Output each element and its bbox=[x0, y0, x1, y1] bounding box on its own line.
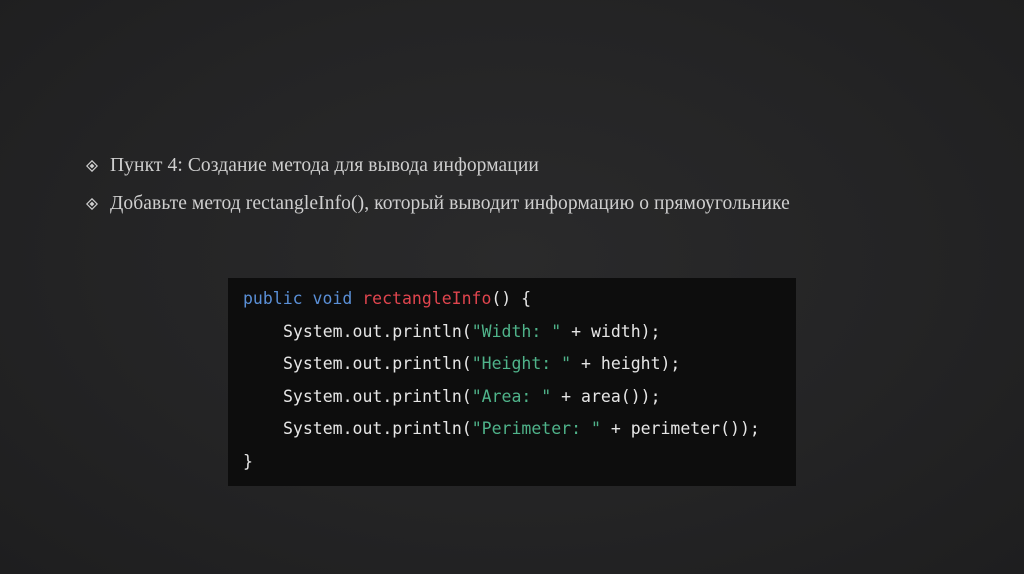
code-string: "Height: " bbox=[471, 354, 572, 373]
diamond-bullet-icon bbox=[86, 198, 110, 210]
code-line: public void rectangleInfo() { bbox=[243, 286, 796, 319]
code-text: System.out.println( bbox=[283, 321, 472, 341]
code-text: + height); bbox=[571, 354, 681, 373]
code-text: + area()); bbox=[551, 386, 661, 406]
code-text: } bbox=[243, 451, 253, 471]
bullet-item: Пункт 4: Создание метода для вывода инфо… bbox=[86, 147, 986, 185]
code-line: System.out.println("Area: " + area()); bbox=[243, 384, 796, 417]
code-block: public void rectangleInfo() { System.out… bbox=[228, 278, 796, 486]
code-text: + perimeter()); bbox=[600, 419, 760, 438]
code-function-name: rectangleInfo bbox=[362, 289, 492, 308]
code-text: () { bbox=[491, 289, 532, 308]
bullet-text: Пункт 4: Создание метода для вывода инфо… bbox=[110, 155, 539, 176]
code-keyword: public bbox=[243, 289, 303, 308]
code-string: "Perimeter: " bbox=[471, 419, 601, 438]
bullet-text: Добавьте метод rectangleInfo(), который … bbox=[110, 193, 790, 214]
code-text: + width); bbox=[561, 321, 661, 341]
bullet-list: Пункт 4: Создание метода для вывода инфо… bbox=[86, 147, 986, 223]
code-string: "Area: " bbox=[471, 386, 552, 406]
bullet-item: Добавьте метод rectangleInfo(), который … bbox=[86, 185, 986, 223]
code-line: } bbox=[243, 449, 796, 482]
code-keyword: void bbox=[312, 289, 353, 308]
code-line: System.out.println("Height: " + height); bbox=[243, 351, 796, 384]
code-string: "Width: " bbox=[471, 321, 562, 341]
code-text: System.out.println( bbox=[283, 386, 472, 406]
code-line: System.out.println("Perimeter: " + perim… bbox=[243, 416, 796, 449]
diamond-bullet-icon bbox=[86, 160, 110, 172]
code-text: System.out.println( bbox=[283, 354, 472, 373]
code-text: System.out.println( bbox=[283, 419, 472, 438]
slide: Пункт 4: Создание метода для вывода инфо… bbox=[0, 0, 1024, 574]
code-line: System.out.println("Width: " + width); bbox=[243, 319, 796, 352]
